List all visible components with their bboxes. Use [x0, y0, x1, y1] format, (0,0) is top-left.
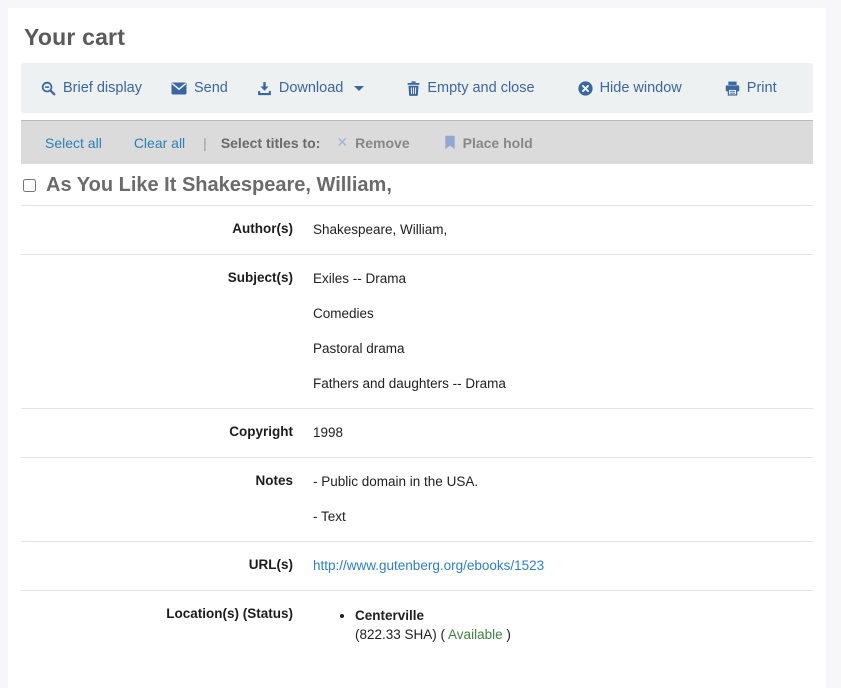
- cart-window: Your cart Brief display Send Download: [8, 8, 826, 688]
- field-label: URL(s): [21, 542, 313, 591]
- download-icon: [257, 81, 272, 96]
- note-value: - Text: [313, 508, 813, 526]
- zoom-out-icon: [41, 81, 56, 96]
- author-value: Shakespeare, William,: [313, 221, 813, 239]
- table-row-urls: URL(s) http://www.gutenberg.org/ebooks/1…: [21, 542, 813, 591]
- brief-display-button[interactable]: Brief display: [41, 80, 142, 96]
- copyright-value: 1998: [313, 424, 813, 442]
- page-title: Your cart: [8, 10, 826, 63]
- note-value: - Public domain in the USA.: [313, 473, 813, 491]
- print-button[interactable]: Print: [725, 80, 777, 96]
- download-label: Download: [279, 80, 344, 96]
- caret-down-icon: [354, 86, 364, 91]
- hide-window-label: Hide window: [600, 80, 682, 96]
- brief-display-label: Brief display: [63, 80, 142, 96]
- location-item: Centerville (822.33 SHA) ( Available ): [355, 606, 813, 644]
- remove-x-icon: ✕: [336, 134, 348, 151]
- bookmark-icon: [444, 135, 456, 150]
- send-label: Send: [194, 80, 228, 96]
- table-row-authors: Author(s) Shakespeare, William,: [21, 206, 813, 255]
- selection-bar: Select all Clear all | Select titles to:…: [21, 120, 813, 164]
- separator: |: [203, 135, 207, 151]
- table-row-locations: Location(s) (Status) Centerville (822.33…: [21, 591, 813, 660]
- field-label: Author(s): [21, 206, 313, 255]
- cart-toolbar: Brief display Send Download Empty a: [21, 63, 813, 113]
- subject-value: Exiles -- Drama: [313, 270, 813, 288]
- location-list: Centerville (822.33 SHA) ( Available ): [313, 606, 813, 644]
- clear-all-link[interactable]: Clear all: [134, 135, 185, 151]
- location-call-suffix: ): [503, 627, 511, 642]
- select-titles-label: Select titles to:: [221, 135, 321, 151]
- hide-window-button[interactable]: Hide window: [578, 80, 682, 96]
- location-name: Centerville: [355, 608, 424, 623]
- empty-and-close-label: Empty and close: [427, 80, 534, 96]
- record-url-link[interactable]: http://www.gutenberg.org/ebooks/1523: [313, 558, 544, 573]
- table-row-subjects: Subject(s) Exiles -- Drama Comedies Past…: [21, 255, 813, 409]
- field-label: Copyright: [21, 409, 313, 458]
- subject-value: Pastoral drama: [313, 340, 813, 358]
- printer-icon: [725, 81, 740, 96]
- record-checkbox[interactable]: [23, 179, 36, 192]
- field-label: Location(s) (Status): [21, 591, 313, 660]
- location-call-number: (822.33 SHA) (: [355, 627, 448, 642]
- send-button[interactable]: Send: [171, 80, 228, 96]
- circle-x-icon: [578, 81, 593, 96]
- table-row-copyright: Copyright 1998: [21, 409, 813, 458]
- print-label: Print: [747, 80, 777, 96]
- field-label: Notes: [21, 458, 313, 542]
- record-details-table: Author(s) Shakespeare, William, Subject(…: [21, 205, 813, 659]
- download-button[interactable]: Download: [257, 80, 365, 96]
- subject-value: Comedies: [313, 305, 813, 323]
- table-row-notes: Notes - Public domain in the USA. - Text: [21, 458, 813, 542]
- remove-button[interactable]: ✕ Remove: [336, 134, 409, 151]
- record-title-link[interactable]: As You Like It Shakespeare, William,: [46, 174, 392, 197]
- field-label: Subject(s): [21, 255, 313, 409]
- empty-and-close-button[interactable]: Empty and close: [407, 80, 534, 96]
- remove-label: Remove: [355, 135, 409, 151]
- record-title-row: As You Like It Shakespeare, William,: [21, 164, 813, 205]
- availability-status: Available: [448, 627, 503, 642]
- select-all-link[interactable]: Select all: [45, 135, 102, 151]
- place-hold-button[interactable]: Place hold: [444, 135, 533, 151]
- envelope-icon: [171, 82, 187, 95]
- subject-value: Fathers and daughters -- Drama: [313, 375, 813, 393]
- place-hold-label: Place hold: [463, 135, 533, 151]
- trash-icon: [407, 81, 420, 96]
